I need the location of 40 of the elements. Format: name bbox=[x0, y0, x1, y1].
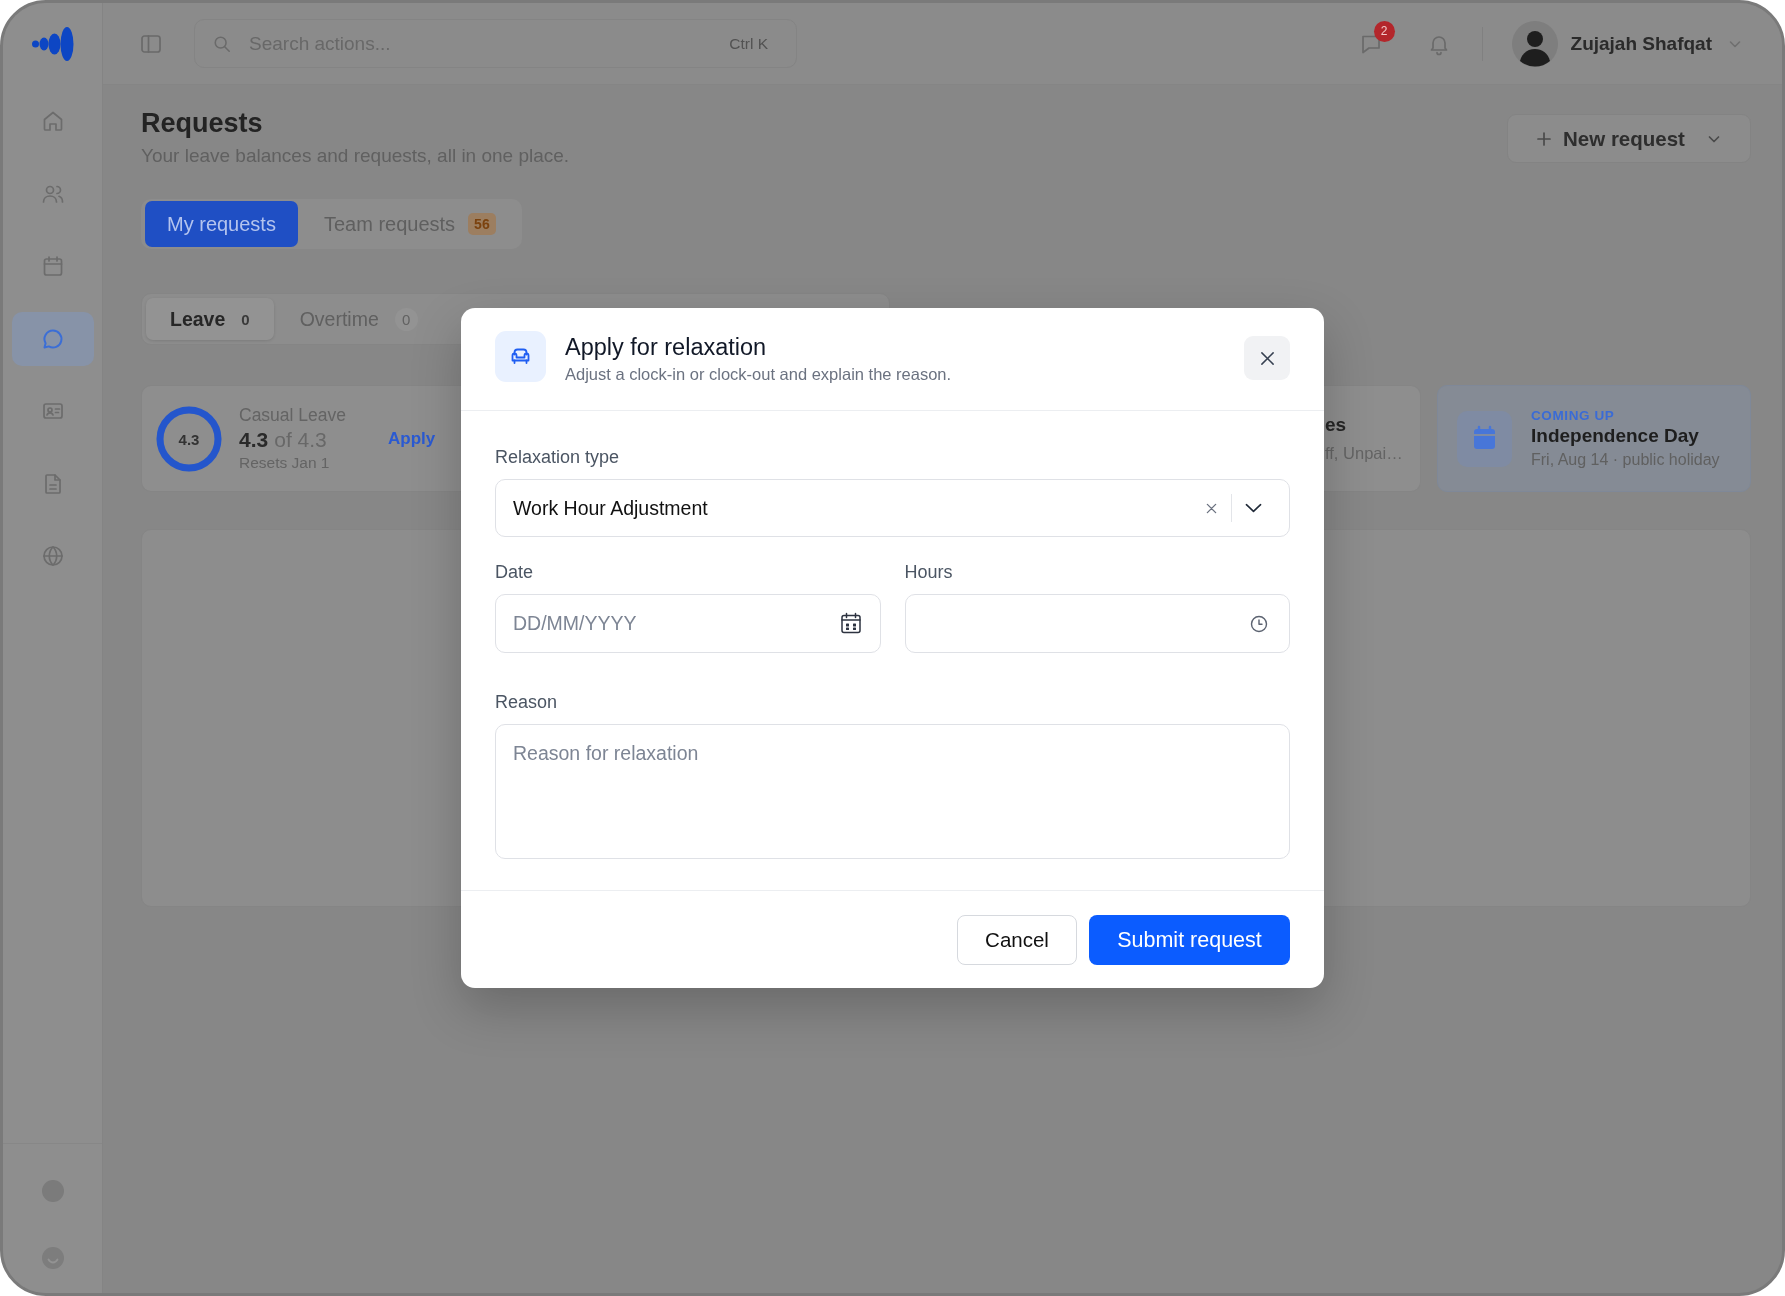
ring-value: 4.3 bbox=[178, 430, 200, 447]
cancel-button[interactable]: Cancel bbox=[957, 915, 1077, 965]
dialog-subtitle: Adjust a clock-in or clock-out and explain the reason. bbox=[565, 364, 953, 384]
reason-field[interactable]: Reason for relaxation bbox=[495, 724, 1290, 859]
search-icon bbox=[213, 34, 231, 53]
tab[interactable]: Leave 0 bbox=[146, 298, 274, 340]
time-field[interactable] bbox=[904, 594, 1290, 653]
holiday-name: Independence Day bbox=[1531, 425, 1700, 447]
notification-badge: 2 bbox=[1373, 20, 1395, 42]
dialog-title: Apply for relaxation bbox=[565, 333, 768, 361]
submit-button[interactable]: Submit request bbox=[1089, 915, 1290, 965]
leave-name: es bbox=[1325, 414, 1348, 436]
eyebrow-label: COMING UP bbox=[1531, 408, 1616, 423]
calendar-icon bbox=[1457, 410, 1512, 467]
field-label: Hours bbox=[904, 561, 954, 583]
shortcut-hint: Ctrl K bbox=[729, 34, 768, 53]
user-name[interactable]: Zujajah Shafqat bbox=[1570, 32, 1712, 55]
clock-icon[interactable] bbox=[1250, 614, 1268, 633]
close-icon bbox=[1259, 350, 1275, 366]
date-field[interactable]: DD/MM/YYYY bbox=[495, 594, 881, 653]
armchair-icon bbox=[495, 331, 546, 382]
globe-icon bbox=[40, 544, 65, 568]
page-title: Requests bbox=[141, 107, 264, 139]
avatar-icon[interactable] bbox=[1511, 20, 1558, 67]
logo-icon[interactable] bbox=[31, 27, 74, 61]
field-label: Date bbox=[495, 561, 535, 583]
calendar-icon[interactable] bbox=[839, 612, 862, 634]
tab[interactable]: My requests bbox=[145, 201, 298, 247]
clear-icon[interactable] bbox=[1206, 502, 1217, 514]
plus-icon bbox=[1537, 131, 1552, 146]
balance-value: 4.3 bbox=[239, 428, 269, 452]
field-label: Reason bbox=[495, 691, 559, 713]
close-button[interactable] bbox=[1244, 336, 1290, 380]
select-field[interactable]: Work Hour Adjustment bbox=[495, 479, 1290, 537]
field-label: Relaxation type bbox=[495, 446, 621, 468]
new-request-button[interactable]: New request bbox=[1507, 114, 1751, 163]
tab-count: 0 bbox=[241, 310, 250, 328]
count-badge: 56 bbox=[468, 213, 496, 235]
nav-button[interactable] bbox=[11, 311, 94, 366]
chevron-down-icon[interactable] bbox=[1245, 503, 1262, 513]
